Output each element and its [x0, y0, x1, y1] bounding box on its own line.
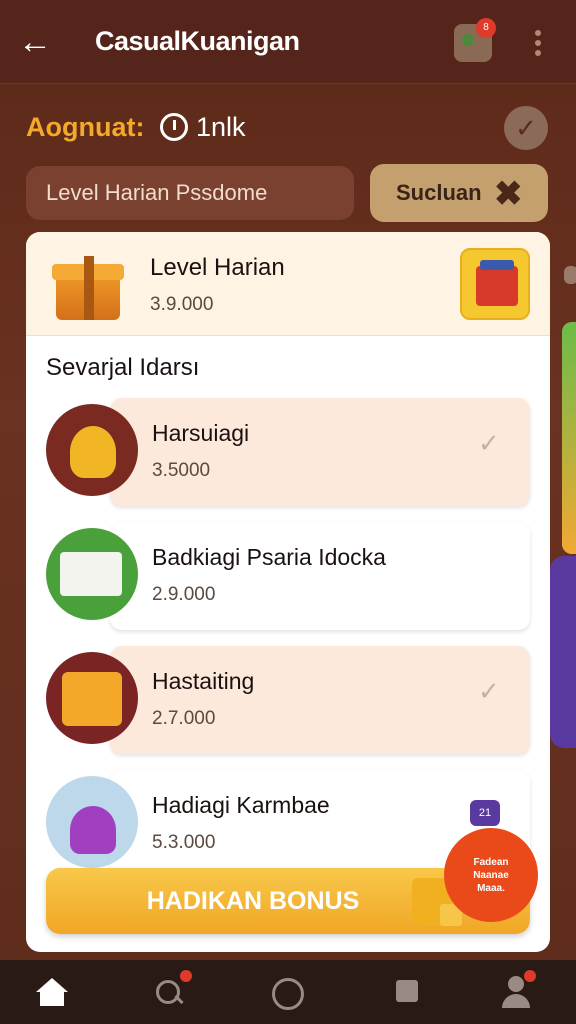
notification-badge: 8	[476, 18, 496, 38]
item-amount: 5.3.000	[152, 832, 216, 853]
gift-box-icon	[52, 250, 124, 320]
list-item[interactable]: Harsuiagi 3.5000 ✓	[46, 398, 530, 508]
gift-shop-icon[interactable]	[460, 248, 530, 320]
item-amount: 3.5000	[152, 460, 211, 481]
featured-reward[interactable]: Level Harian 3.9.000	[26, 232, 550, 336]
search-badge	[180, 970, 192, 982]
bottom-nav	[0, 960, 576, 1024]
top-bar: ← CasualKuanigan 8	[0, 0, 576, 84]
item-name: Badkiagi Psaria Idocka	[152, 544, 386, 570]
list-item[interactable]: Hastaiting 2.7.000 ✓	[46, 646, 530, 756]
back-arrow-icon[interactable]: ←	[18, 22, 58, 62]
documents-icon	[46, 528, 138, 620]
profile-badge	[524, 970, 536, 982]
home-icon[interactable]	[34, 976, 74, 1010]
character-icon	[46, 776, 138, 868]
app-title: CasualKuanigan	[95, 26, 300, 56]
checkmark-icon: ✓	[478, 428, 500, 458]
item-amount: 2.9.000	[152, 584, 216, 605]
filter-button-label: Sucluan	[396, 180, 482, 205]
checkmark-icon: ✓	[478, 676, 500, 706]
balance-label: Aognuat:	[26, 112, 145, 142]
featured-amount: 3.9.000	[150, 294, 214, 315]
gift-boxes-icon	[46, 652, 138, 744]
item-amount: 2.7.000	[152, 708, 216, 729]
list-item[interactable]: Badkiagi Psaria Idocka 2.9.000	[46, 522, 530, 632]
more-options-icon[interactable]	[528, 26, 548, 60]
side-panel-green[interactable]	[562, 322, 576, 554]
square-icon[interactable]	[388, 976, 428, 1010]
app-screen: ← CasualKuanigan 8 Aognuat: 1nlk ✓ Level…	[0, 0, 576, 1024]
item-name: Harsuiagi	[152, 420, 250, 446]
featured-title: Level Harian	[150, 254, 285, 281]
mascot-icon	[46, 404, 138, 496]
item-name: Hadiagi Karmbae	[152, 792, 330, 818]
section-title: Sevarjal Idarsı	[46, 354, 200, 381]
promo-tag: 21	[470, 800, 500, 826]
balance-value: 1nlk	[196, 112, 246, 142]
side-panel-purple[interactable]	[550, 556, 576, 748]
item-name: Hastaiting	[152, 668, 255, 694]
close-icon[interactable]: ✖	[494, 174, 523, 214]
clock-icon	[160, 113, 188, 141]
promo-bubble[interactable]: Fadean Naanae Maaa.	[444, 828, 538, 922]
search-input[interactable]: Level Harian Pssdome	[26, 166, 354, 220]
side-handle[interactable]	[564, 266, 576, 284]
check-icon[interactable]: ✓	[504, 106, 548, 150]
circle-icon[interactable]	[266, 976, 306, 1010]
